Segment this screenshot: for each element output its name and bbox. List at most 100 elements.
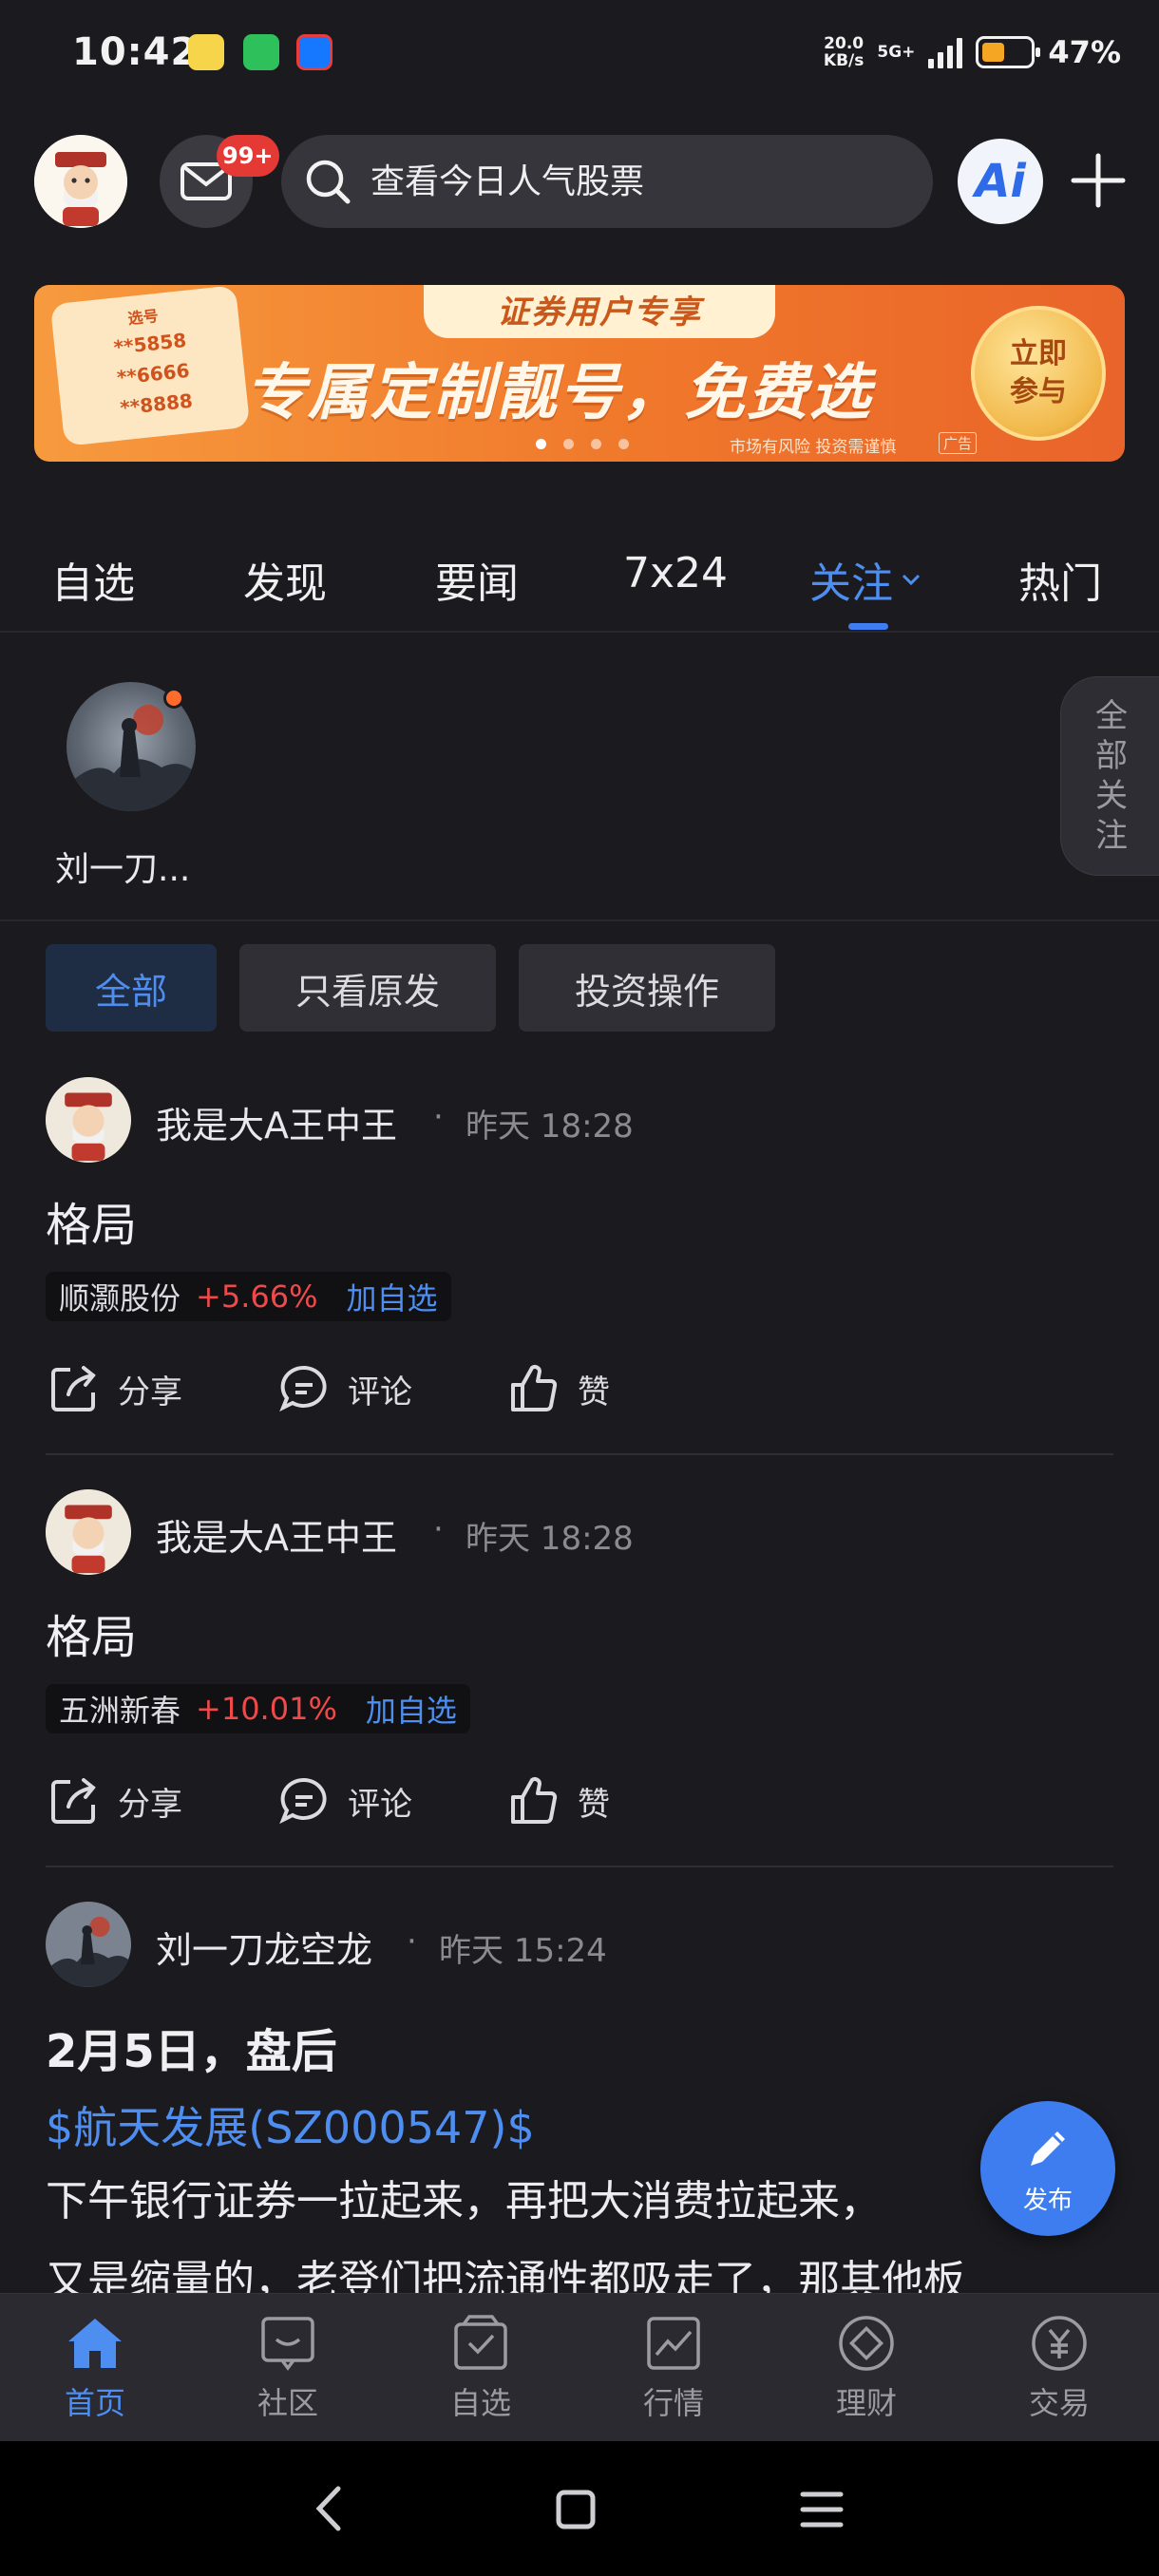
alipay-notification-icon [296,34,332,70]
trade-icon [1032,2316,1087,2371]
watchlist-icon [454,2315,507,2370]
nav-market[interactable]: 行情 [617,2315,731,2423]
menu-icon[interactable] [800,2489,844,2530]
post-title[interactable]: 格局 [46,1187,137,1254]
status-bar: 10:42 20.0 KB/s 5G+ 47% [0,0,1159,110]
tab-hot[interactable]: 热门 [1018,549,1102,610]
feed-tabs: 自选 发现 要闻 7x24 关注 热门 [0,532,1159,633]
post-time: 昨天 15:24 [439,1932,607,1970]
post-author-avatar[interactable] [46,1902,131,1987]
ad-label: 广告 [939,432,978,454]
banner-pagination [536,439,629,449]
lucky-number-ticket: 选号 **5858 **6666 **8888 [44,285,251,456]
meta-separator: · [433,1510,444,1548]
bottom-navigation: 首页 社区 自选 行情 理财 交易 [0,2293,1159,2441]
post-author-name[interactable]: 我是大A王中王 [156,1096,397,1148]
stock-name: 顺灏股份 [59,1280,181,1316]
comment-button[interactable]: 评论 [277,1362,412,1415]
active-tab-indicator [848,623,888,630]
ai-assistant-button[interactable]: Ai [958,139,1043,224]
post-author-name[interactable]: 我是大A王中王 [156,1508,397,1561]
home-square-icon[interactable] [555,2489,597,2530]
nav-trade[interactable]: 交易 [1002,2315,1116,2423]
notification-app-icon [188,34,224,70]
following-divider [0,919,1159,921]
risk-disclaimer: 市场有风险 投资需谨慎 [730,438,897,457]
battery-percent: 47% [1048,34,1121,70]
wealth-icon [839,2316,894,2371]
thumbs-up-icon [511,1777,558,1824]
share-button[interactable]: 分享 [48,1362,182,1415]
like-button[interactable]: 赞 [507,1774,610,1828]
tab-news[interactable]: 要闻 [435,549,519,610]
filter-all[interactable]: 全部 [46,944,217,1032]
new-post-dot [163,688,184,709]
share-icon [51,1778,96,1824]
network-type: 5G+ [877,43,916,62]
post-body[interactable]: 下午银行证券一拉起来，再把大消费拉起来， 又是缩量的，老登们把流通性都吸走了，那… [46,2162,1113,2293]
stock-tag[interactable]: 五洲新春 +10.01% 加自选 [46,1684,470,1733]
tab-7x24[interactable]: 7x24 [623,549,728,597]
post-author-avatar[interactable] [46,1489,131,1575]
message-count-badge: 99+ [217,135,279,177]
banner-tag: 证券用户专享 [424,285,775,338]
search-icon [306,160,351,204]
publish-button[interactable]: 发布 [980,2101,1115,2236]
banner-headline: 专属定制靓号，免费选 [245,358,872,428]
pencil-icon [1031,2131,1065,2166]
search-input[interactable] [370,161,902,201]
wechat-notification-icon [243,34,279,70]
status-time: 10:42 [72,30,199,74]
stock-change: +10.01% [196,1691,337,1727]
all-following-button[interactable]: 全部关注 [1060,676,1159,876]
post-time: 昨天 18:28 [466,1108,634,1146]
community-icon [261,2317,314,2371]
nav-wealth[interactable]: 理财 [809,2315,923,2423]
post-time: 昨天 18:28 [466,1520,634,1558]
tab-watchlist[interactable]: 自选 [51,549,135,610]
post-title[interactable]: 格局 [46,1600,137,1666]
comment-icon [279,1777,327,1825]
battery-icon [976,36,1041,68]
share-button[interactable]: 分享 [48,1774,182,1828]
like-button[interactable]: 赞 [507,1362,610,1415]
followed-user-name[interactable]: 刘一刀... [55,842,190,891]
chevron-down-icon [902,574,921,586]
comment-icon [279,1365,327,1412]
post-author-name[interactable]: 刘一刀龙空龙 [156,1921,372,1973]
post-divider [46,1453,1113,1455]
nav-home[interactable]: 首页 [38,2315,152,2423]
filter-investment-ops[interactable]: 投资操作 [519,944,775,1032]
system-navigation-bar [0,2441,1159,2576]
stock-tag[interactable]: 顺灏股份 +5.66% 加自选 [46,1272,451,1321]
thumbs-up-icon [511,1365,558,1411]
post-divider [46,1866,1113,1867]
nav-watchlist[interactable]: 自选 [424,2315,538,2423]
add-to-watchlist-button[interactable]: 加自选 [366,1687,457,1731]
market-icon [647,2317,700,2370]
signal-icon [928,36,963,68]
post-title[interactable]: 2月5日，盘后 [46,2014,337,2080]
promo-banner[interactable]: 选号 **5858 **6666 **8888 证券用户专享 专属定制靓号，免费… [34,285,1125,462]
stock-change: +5.66% [196,1279,318,1315]
search-bar[interactable] [281,135,933,228]
meta-separator: · [407,1923,417,1960]
stock-link[interactable]: $航天发展(SZ000547)$ [46,2093,535,2156]
tabs-divider [0,631,1159,633]
add-icon[interactable] [1070,152,1127,209]
tab-following[interactable]: 关注 [809,549,922,610]
back-icon[interactable] [310,2483,348,2534]
stock-name: 五洲新春 [59,1693,181,1729]
share-icon [51,1366,96,1411]
banner-cta-button[interactable]: 立即参与 [971,306,1106,441]
comment-button[interactable]: 评论 [277,1774,412,1828]
tab-discover[interactable]: 发现 [243,549,327,610]
user-avatar[interactable] [34,135,127,228]
nav-community[interactable]: 社区 [231,2315,345,2423]
meta-separator: · [433,1098,444,1136]
home-icon [68,2319,122,2368]
add-to-watchlist-button[interactable]: 加自选 [346,1275,437,1318]
filter-original-only[interactable]: 只看原发 [239,944,496,1032]
post-author-avatar[interactable] [46,1077,131,1163]
network-speed: 20.0 KB/s [823,34,864,70]
